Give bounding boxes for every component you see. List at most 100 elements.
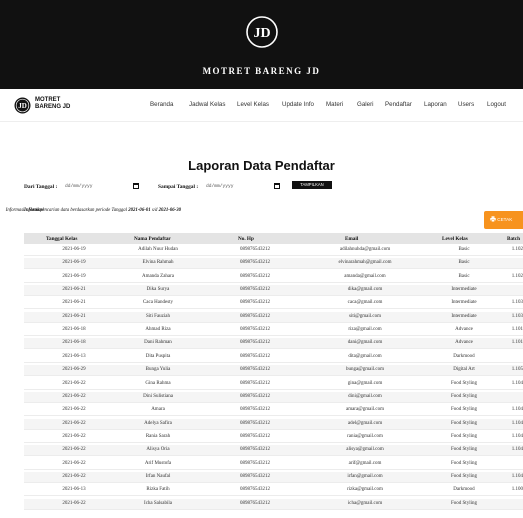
nav-item-update-info[interactable]: Update Info <box>282 101 314 108</box>
table-cell: adel@gmail.com <box>347 420 383 426</box>
table-cell: Siti Fauziah <box>145 313 171 319</box>
table-cell: 089876543212 <box>240 300 270 306</box>
info-separator: s/d <box>151 208 158 213</box>
nav-item-laporan[interactable]: Laporan <box>424 101 447 108</box>
table-cell: Digital Art <box>453 367 475 373</box>
table-cell: icha@gmail.com <box>347 500 383 506</box>
table-row: 2021-06-19 Amanda Zahara 089876543212 amand… <box>24 272 523 283</box>
table-cell: Caca Handesty <box>142 300 174 306</box>
table-cell: arif@gmail.com <box>348 460 382 466</box>
nav-item-materi[interactable]: Materi <box>326 101 343 108</box>
calendar-icon[interactable] <box>274 183 280 189</box>
table-cell: dini@gmail.com <box>348 393 382 399</box>
table-cell: 089876543212 <box>240 433 270 439</box>
table-cell: 1.102 <box>511 273 523 279</box>
table-cell: 089876543212 <box>240 473 270 479</box>
table-cell: amara@gmail.com <box>345 407 385 413</box>
table-cell: 089876543212 <box>240 260 270 266</box>
table-cell: 2021-06-22 <box>62 380 86 386</box>
table-cell: 1.100 <box>511 487 523 493</box>
table-cell: 089876543212 <box>240 487 270 493</box>
table-cell: Food Styling <box>451 380 477 386</box>
table-cell: 089876543212 <box>240 273 270 279</box>
hero-banner: JD MOTRET BARENG JD <box>0 0 523 89</box>
table-cell: Advance <box>455 340 473 346</box>
nav-item-users[interactable]: Users <box>458 101 474 108</box>
table-cell: 089876543212 <box>240 393 270 399</box>
table-cell: Food Styling <box>451 473 477 479</box>
table-cell: alisya@gmail.com <box>346 447 384 453</box>
table-cell: Adilah Nuur Hudan <box>138 247 178 252</box>
table-cell: Amanda Zahara <box>141 273 175 279</box>
table-cell: 2021-06-13 <box>62 353 86 359</box>
table-cell: Food Styling <box>451 393 477 399</box>
table-cell: Food Styling <box>451 500 477 506</box>
table-cell: 089876543212 <box>240 313 270 319</box>
to-date-input[interactable]: dd/mm/yyyy <box>206 184 234 193</box>
table-cell: Basic <box>458 247 470 252</box>
info-text: InformasiInformasi : Hasil pencarian dat… <box>5 208 182 213</box>
cetak-label: CETAK <box>497 217 513 222</box>
table-cell: 2021-06-22 <box>62 447 86 453</box>
table-cell: siti@gmail.com <box>349 313 381 319</box>
table-cell: bunga@gmail.com <box>345 367 385 373</box>
table-cell: 1.102 <box>511 247 523 252</box>
nav-item-jadwal-kelas[interactable]: Jadwal Kelas <box>189 101 225 108</box>
col-nama-pendaftar: Nama Pendaftar <box>134 236 171 242</box>
table-cell: 089876543212 <box>240 460 270 466</box>
table-cell: 2021-06-22 <box>62 500 86 506</box>
table-cell: 2021-06-21 <box>62 313 86 319</box>
nav-item-galeri[interactable]: Galeri <box>357 101 374 108</box>
table-cell: dita@gmail.com <box>348 353 382 359</box>
table-cell: Basic <box>458 273 470 279</box>
table-cell: Food Styling <box>451 407 477 413</box>
table-cell: 089876543212 <box>240 407 270 413</box>
table-cell: 2021-06-18 <box>62 340 86 346</box>
table-cell: 2021-06-19 <box>62 260 86 266</box>
table-cell: Advance <box>455 327 473 333</box>
table-row: 2021-06-22 Dini Sulistiana 089876543212 din… <box>24 391 523 403</box>
table-row: 2021-06-22 Alisya Oria 089876543212 alisya@… <box>24 445 523 457</box>
table-cell: Dika Surya <box>146 287 170 293</box>
table-cell: 2021-06-22 <box>62 407 86 413</box>
table-cell: 089876543212 <box>240 353 270 359</box>
nav-item-logout[interactable]: Logout <box>487 101 506 108</box>
to-date-label: Sampai Tanggal : <box>158 184 199 190</box>
table-cell: Amara <box>151 407 165 413</box>
table-cell: rania@gmail.com <box>347 433 383 439</box>
nav-item-beranda[interactable]: Beranda <box>150 101 173 108</box>
calendar-icon[interactable] <box>133 183 139 189</box>
jd-logo-icon: JD <box>246 16 278 48</box>
nav-item-pendaftar[interactable]: Pendaftar <box>385 101 412 108</box>
table-row: 2021-06-19 Elvina Rahmah 089876543212 elvin… <box>24 258 523 270</box>
info-prefix: Informasi : Hasil pencarian data berdasa… <box>5 208 128 213</box>
from-date-input[interactable]: dd/mm/yyyy <box>65 184 93 193</box>
table-cell: 2021-06-18 <box>62 327 86 333</box>
table-cell: 2021-06-22 <box>62 393 86 399</box>
table-cell: Elvina Rahmah <box>142 260 174 266</box>
table-cell: Darkmood <box>453 353 475 359</box>
cetak-button[interactable]: CETAK <box>484 211 523 229</box>
table-row: 2021-06-29 Bunga Yulia 089876543212 bunga@g… <box>24 365 523 377</box>
table-cell: Intermediate <box>451 287 477 293</box>
table-cell: adilahnuhda@gmail.com <box>339 247 391 252</box>
tampilkan-button[interactable]: TAMPILKAN <box>292 181 332 189</box>
col-no-hp: No. Hp <box>238 236 254 242</box>
nav-item-level-kelas[interactable]: Level Kelas <box>237 101 269 108</box>
page-title: Laporan Data Pendaftar <box>188 158 335 173</box>
brand-name[interactable]: MOTRET BARENG JD <box>35 97 70 111</box>
brand-logo-icon[interactable]: JD <box>14 97 31 114</box>
table-cell: Irfan Naufal <box>145 473 171 479</box>
table-cell: 2021-06-19 <box>62 247 86 252</box>
brand-line-1: MOTRET <box>35 97 61 103</box>
table-cell: 2021-06-13 <box>62 487 86 493</box>
table-cell: 089876543212 <box>240 367 270 373</box>
table-cell: 2021-06-22 <box>62 433 86 439</box>
table-cell: 089876543212 <box>240 447 270 453</box>
table-row: 2021-06-13 Dita Puspita 089876543212 dita@g… <box>24 352 523 363</box>
table-cell: elvinarahmah@gmail.com <box>338 260 392 266</box>
table-cell: 089876543212 <box>240 287 270 293</box>
table-cell: Intermediate <box>451 300 477 306</box>
table-cell: irfan@gmail.com <box>347 473 383 479</box>
table-cell: 1.104 <box>511 447 523 453</box>
